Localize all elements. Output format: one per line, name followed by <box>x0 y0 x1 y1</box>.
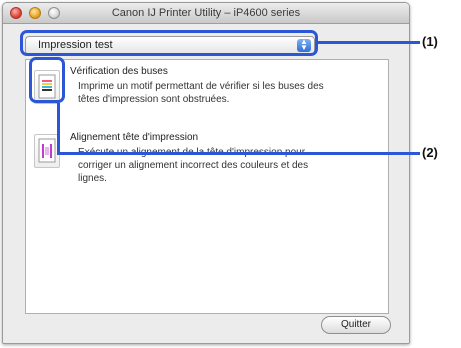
callout-1-highlight <box>20 30 318 56</box>
function-list-panel: Vérification des buses Imprime un motif … <box>25 59 389 314</box>
callout-2-highlight <box>29 57 65 103</box>
callout-1-label: (1) <box>422 34 438 49</box>
window-title: Canon IJ Printer Utility – iP4600 series <box>111 7 301 19</box>
callout-2-label: (2) <box>422 145 438 160</box>
print-head-alignment-title: Alignement tête d'impression <box>70 132 199 143</box>
callout-2-leader-vertical <box>57 103 60 155</box>
print-head-alignment-icon <box>38 138 56 163</box>
callout-1-leader-line <box>318 41 420 44</box>
title-bar: Canon IJ Printer Utility – iP4600 series <box>3 3 409 24</box>
quit-button[interactable]: Quitter <box>321 316 391 334</box>
nozzle-check-description: Imprime un motif permettant de vérifier … <box>78 81 324 105</box>
nozzle-check-title: Vérification des buses <box>70 66 168 77</box>
callout-2-leader-horizontal <box>57 152 420 155</box>
